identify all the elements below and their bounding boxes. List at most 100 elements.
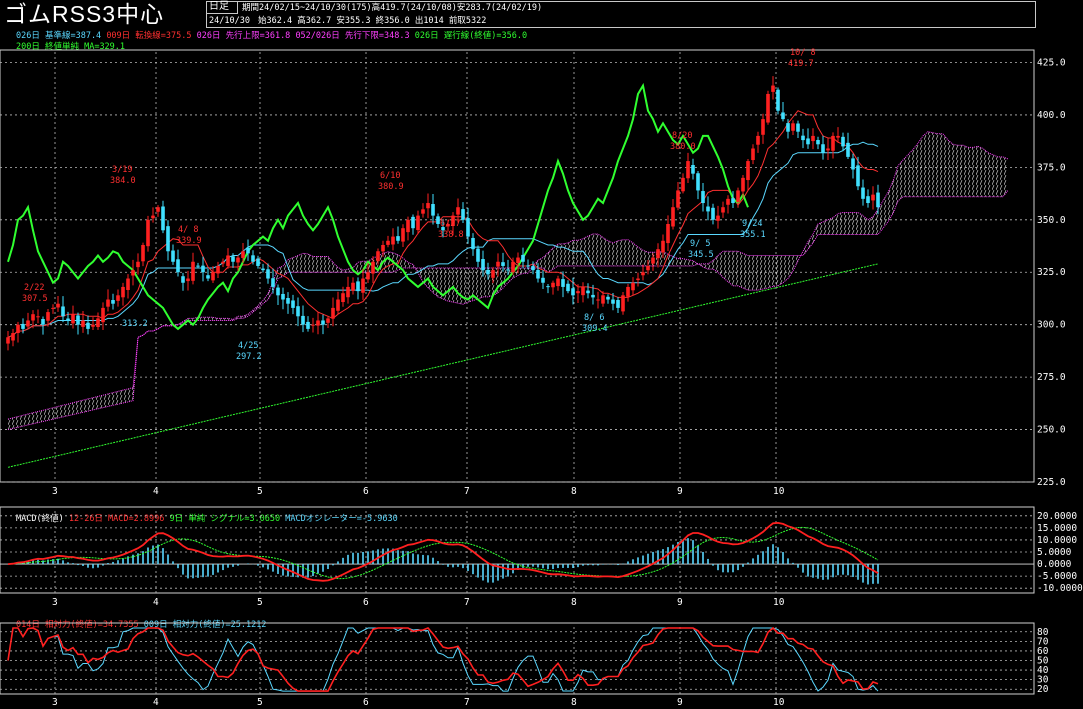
candle-body (496, 261, 500, 267)
x-tick-label: 5 (257, 597, 263, 608)
candle-body (121, 286, 125, 298)
candle-body (241, 251, 245, 258)
y-tick-label: 350.0 (1037, 215, 1066, 226)
candle-body (316, 320, 320, 326)
candle-body (526, 265, 530, 267)
candle-body (461, 209, 465, 220)
candle-body (776, 89, 780, 111)
candle-body (196, 265, 200, 267)
rsi-panel (7, 626, 879, 692)
candle-body (741, 177, 745, 192)
candle-body (521, 254, 525, 262)
candle-body (16, 324, 20, 334)
candle-body (571, 288, 575, 296)
annotations: 3/19384.0 4/ 8339.9 6/10380.9 6/27338.8 8/20… (22, 48, 816, 362)
candle-body (231, 256, 235, 262)
candle-body (11, 333, 15, 341)
candle-body (626, 286, 630, 297)
candle-body (321, 320, 325, 325)
candle-body (551, 282, 555, 288)
candle-body (696, 173, 700, 191)
candle-body (41, 319, 45, 325)
annotation-high-value: 307.5 (22, 294, 48, 304)
candle-body (586, 290, 590, 294)
x-tick-label: 9 (677, 697, 683, 708)
candle-body (476, 248, 480, 262)
candle-body (541, 277, 545, 283)
x-tick-label: 4 (153, 597, 159, 608)
candle-body (331, 307, 335, 319)
annotation-low-date: 9/24 (742, 219, 762, 229)
candle-body (6, 337, 10, 344)
x-tick-label: 7 (464, 597, 470, 608)
candle-body (406, 219, 410, 233)
candle-body (861, 187, 865, 199)
candle-body (381, 244, 385, 252)
candle-body (781, 112, 785, 120)
candle-body (581, 286, 585, 296)
candle-body (421, 209, 425, 214)
candle-body (111, 300, 115, 304)
candle-body (141, 244, 145, 262)
candle-body (71, 314, 75, 324)
candle-body (206, 275, 210, 279)
candle-body (596, 299, 600, 301)
candle-body (506, 269, 510, 271)
candle-body (411, 216, 415, 229)
candle-body (26, 320, 30, 327)
annotation-high-value: 338.8 (438, 230, 464, 240)
y-tick-label: 375.0 (1037, 162, 1066, 173)
annotation-high-value: 380.0 (670, 142, 696, 152)
candle-body (256, 258, 260, 266)
candle-body (786, 123, 790, 132)
y-tick-label: 425.0 (1037, 57, 1066, 68)
candle-body (686, 161, 690, 179)
annotation-high-date: 2/22 (24, 283, 44, 293)
candle-body (871, 194, 875, 201)
candle-body (611, 299, 615, 304)
candle-body (346, 286, 350, 298)
candle-body (641, 272, 645, 276)
candle-body (846, 142, 850, 157)
candle-body (876, 192, 880, 208)
candle-body (21, 323, 25, 329)
candle-body (806, 138, 810, 145)
candle-body (36, 316, 40, 318)
candle-body (546, 286, 550, 288)
candlesticks (6, 76, 880, 351)
candle-body (821, 144, 825, 153)
annotation-low-value: 355.1 (740, 230, 766, 240)
y-tick-label: 250.0 (1037, 425, 1066, 436)
candle-body (86, 322, 90, 329)
candle-body (161, 206, 165, 231)
annotation-high-date: 4/ 8 (178, 225, 198, 235)
candle-body (531, 266, 535, 271)
candle-body (631, 282, 635, 291)
rsi9-line (7, 627, 879, 692)
y-tick-label: 275.0 (1037, 372, 1066, 383)
candle-body (711, 207, 715, 220)
annotation-low-value: 345.5 (688, 250, 714, 260)
candle-body (181, 276, 185, 283)
candle-body (96, 318, 100, 327)
candle-body (176, 259, 180, 273)
y-tick-label: 325.0 (1037, 267, 1066, 278)
macd-line (7, 521, 879, 582)
candle-body (636, 278, 640, 281)
candle-body (606, 296, 610, 300)
macd-y-tick-label: 5.0000 (1037, 547, 1072, 558)
candle-body (76, 315, 80, 325)
chart-canvas: 3/19384.0 4/ 8339.9 6/10380.9 6/27338.8 8/20… (0, 48, 1083, 708)
panel-frame (0, 506, 1035, 594)
x-tick-label: 10 (773, 486, 785, 497)
candle-body (756, 135, 760, 145)
x-tick-label: 3 (52, 486, 58, 497)
x-tick-label: 5 (257, 697, 263, 708)
panel-frame (0, 622, 1035, 695)
candle-body (491, 270, 495, 278)
candle-body (191, 261, 195, 281)
candle-body (651, 257, 655, 264)
candle-body (66, 318, 70, 321)
candle-body (396, 236, 400, 241)
macd-panel (7, 521, 879, 585)
